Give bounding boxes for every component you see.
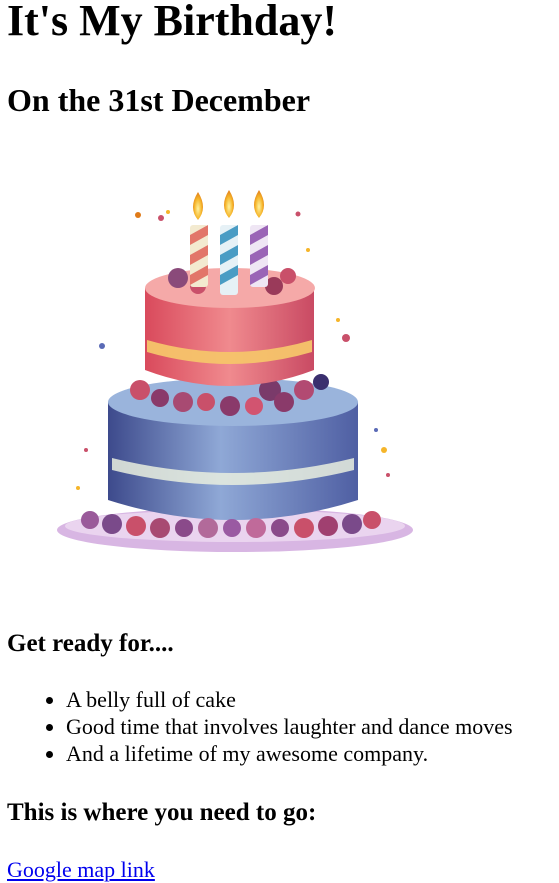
list-item: Good time that involves laughter and dan… xyxy=(66,713,513,740)
list-item: And a lifetime of my awesome company. xyxy=(66,740,513,767)
page-subtitle: On the 31st December xyxy=(7,82,311,118)
birthday-cake-image xyxy=(8,140,458,590)
location-heading: This is where you need to go: xyxy=(7,799,317,826)
page-title: It's My Birthday! xyxy=(7,0,337,45)
google-map-link[interactable]: Google map link xyxy=(7,856,155,883)
get-ready-heading: Get ready for.... xyxy=(7,630,174,657)
ready-list: A belly full of cake Good time that invo… xyxy=(0,686,513,767)
list-item: A belly full of cake xyxy=(66,686,513,713)
